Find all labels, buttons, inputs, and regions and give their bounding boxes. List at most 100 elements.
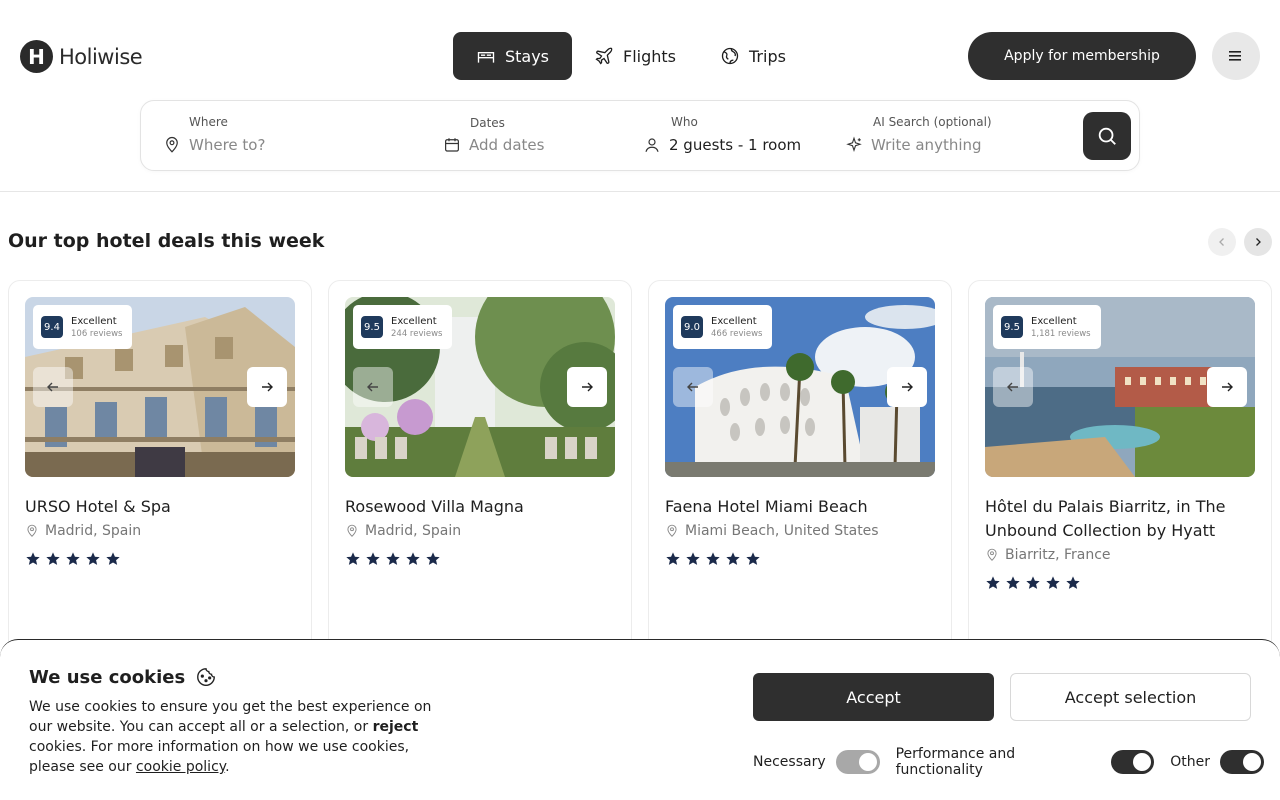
hotel-location: Biarritz, France <box>985 547 1111 563</box>
photo-next-button[interactable] <box>247 367 287 407</box>
cookie-text-part: . <box>225 759 230 775</box>
star-icon <box>86 552 100 565</box>
ai-search-input[interactable]: Write anything <box>871 136 982 154</box>
tab-trips[interactable]: Trips <box>698 32 808 80</box>
search-bar: Where Where to? Dates Add dates Who 2 gu… <box>140 100 1140 171</box>
star-icon <box>1066 576 1080 589</box>
other-switch[interactable] <box>1220 750 1264 774</box>
hotel-location: Miami Beach, United States <box>665 523 879 539</box>
site-header: H Holiwise Stays Flights Trips Apply for… <box>0 0 1280 192</box>
hotel-photo: 9.5 Excellent 244 reviews <box>345 297 615 477</box>
photo-next-button[interactable] <box>567 367 607 407</box>
where-field[interactable]: Where Where to? <box>161 101 431 170</box>
tab-stays[interactable]: Stays <box>453 32 572 80</box>
star-icon <box>706 552 720 565</box>
where-input[interactable]: Where to? <box>189 136 265 154</box>
star-icon <box>686 552 700 565</box>
sparkle-icon <box>846 136 862 153</box>
globe-icon <box>721 47 739 65</box>
photo-prev-button[interactable] <box>353 367 393 407</box>
dates-input[interactable]: Add dates <box>469 136 544 154</box>
chevron-right-icon <box>1256 238 1261 246</box>
photo-prev-button[interactable] <box>33 367 73 407</box>
logo-mark: H <box>20 40 53 73</box>
arrow-left-icon <box>1007 382 1018 392</box>
star-icon <box>746 552 760 565</box>
apply-membership-button[interactable]: Apply for membership <box>968 32 1196 80</box>
photo-next-button[interactable] <box>1207 367 1247 407</box>
tab-label: Flights <box>623 46 676 66</box>
review-count: 466 reviews <box>711 328 763 339</box>
toggle-label: Performance and functionality <box>895 746 1016 778</box>
calendar-icon <box>445 138 459 152</box>
rating-score: 9.4 <box>41 316 63 338</box>
search-button[interactable] <box>1083 112 1131 160</box>
hotel-card[interactable]: 9.0 Excellent 466 reviews Faena Hotel Mia… <box>648 280 952 680</box>
star-icon <box>1006 576 1020 589</box>
accept-button[interactable]: Accept <box>753 673 994 721</box>
tab-label: Trips <box>749 46 786 66</box>
reject-link[interactable]: reject <box>373 719 419 735</box>
accept-selection-button[interactable]: Accept selection <box>1010 673 1251 721</box>
photo-prev-button[interactable] <box>993 367 1033 407</box>
arrow-right-icon <box>1222 382 1233 392</box>
hotel-location: Madrid, Spain <box>25 523 141 539</box>
toggle-label: Necessary <box>753 754 826 770</box>
star-icon <box>726 552 740 565</box>
toggle-necessary: Necessary <box>753 750 880 774</box>
dates-field[interactable]: Dates Add dates <box>443 101 633 170</box>
star-icon <box>386 552 400 565</box>
cookie-title: We use cookies <box>29 666 217 688</box>
rating-word: Excellent <box>711 315 757 327</box>
holiwise-logo[interactable]: H Holiwise <box>20 40 143 73</box>
star-icon <box>106 552 120 565</box>
hotel-card[interactable]: 9.4 Excellent 106 reviews URSO Hotel & Sp… <box>8 280 312 680</box>
location-text: Biarritz, France <box>1005 547 1111 563</box>
star-icon <box>26 552 40 565</box>
cookie-policy-link[interactable]: cookie policy <box>136 759 225 775</box>
star-icon <box>1046 576 1060 589</box>
menu-button[interactable] <box>1212 32 1260 80</box>
rating-badge: 9.5 Excellent 1,181 reviews <box>993 305 1101 349</box>
rating-score: 9.0 <box>681 316 703 338</box>
rating-badge: 9.5 Excellent 244 reviews <box>353 305 453 349</box>
hotel-name[interactable]: Rosewood Villa Magna <box>345 495 617 519</box>
tab-flights[interactable]: Flights <box>572 32 698 80</box>
carousel-prev-button[interactable] <box>1208 228 1236 256</box>
star-icon <box>1026 576 1040 589</box>
ai-search-label: AI Search (optional) <box>873 115 992 129</box>
hotel-card[interactable]: 9.5 Excellent 244 reviews Rosewood Villa … <box>328 280 632 680</box>
location-text: Madrid, Spain <box>365 523 462 539</box>
ai-search-field[interactable]: AI Search (optional) Write anything <box>845 101 1065 170</box>
review-count: 1,181 reviews <box>1031 328 1091 339</box>
photo-next-button[interactable] <box>887 367 927 407</box>
star-icon <box>46 552 60 565</box>
hotel-name[interactable]: Faena Hotel Miami Beach <box>665 495 937 519</box>
bed-icon <box>477 52 495 63</box>
carousel-next-button[interactable] <box>1244 228 1272 256</box>
necessary-switch <box>835 750 880 774</box>
location-pin-icon <box>27 524 37 537</box>
star-rating <box>665 551 761 567</box>
rating-word: Excellent <box>391 315 437 327</box>
rating-score: 9.5 <box>1001 316 1023 338</box>
hotel-photo: 9.5 Excellent 1,181 reviews <box>985 297 1255 477</box>
hotel-name[interactable]: URSO Hotel & Spa <box>25 495 297 519</box>
logo-text: Holiwise <box>59 44 143 69</box>
hotel-card[interactable]: 9.5 Excellent 1,181 reviews Hôtel du Pala… <box>968 280 1272 680</box>
arrow-left-icon <box>367 382 378 392</box>
photo-prev-button[interactable] <box>673 367 713 407</box>
hotel-name[interactable]: Hôtel du Palais Biarritz, in The Unbound… <box>985 495 1257 543</box>
cookie-description: We use cookies to ensure you get the bes… <box>29 697 459 777</box>
star-icon <box>406 552 420 565</box>
who-label: Who <box>671 115 698 129</box>
guests-value[interactable]: 2 guests - 1 room <box>669 136 801 154</box>
who-field[interactable]: Who 2 guests - 1 room <box>643 101 833 170</box>
review-count: 244 reviews <box>391 328 443 339</box>
star-rating <box>985 575 1081 591</box>
star-icon <box>666 552 680 565</box>
rating-word: Excellent <box>1031 315 1077 327</box>
where-label: Where <box>189 115 228 129</box>
hotel-location: Madrid, Spain <box>345 523 461 539</box>
performance-switch[interactable] <box>1111 750 1155 774</box>
